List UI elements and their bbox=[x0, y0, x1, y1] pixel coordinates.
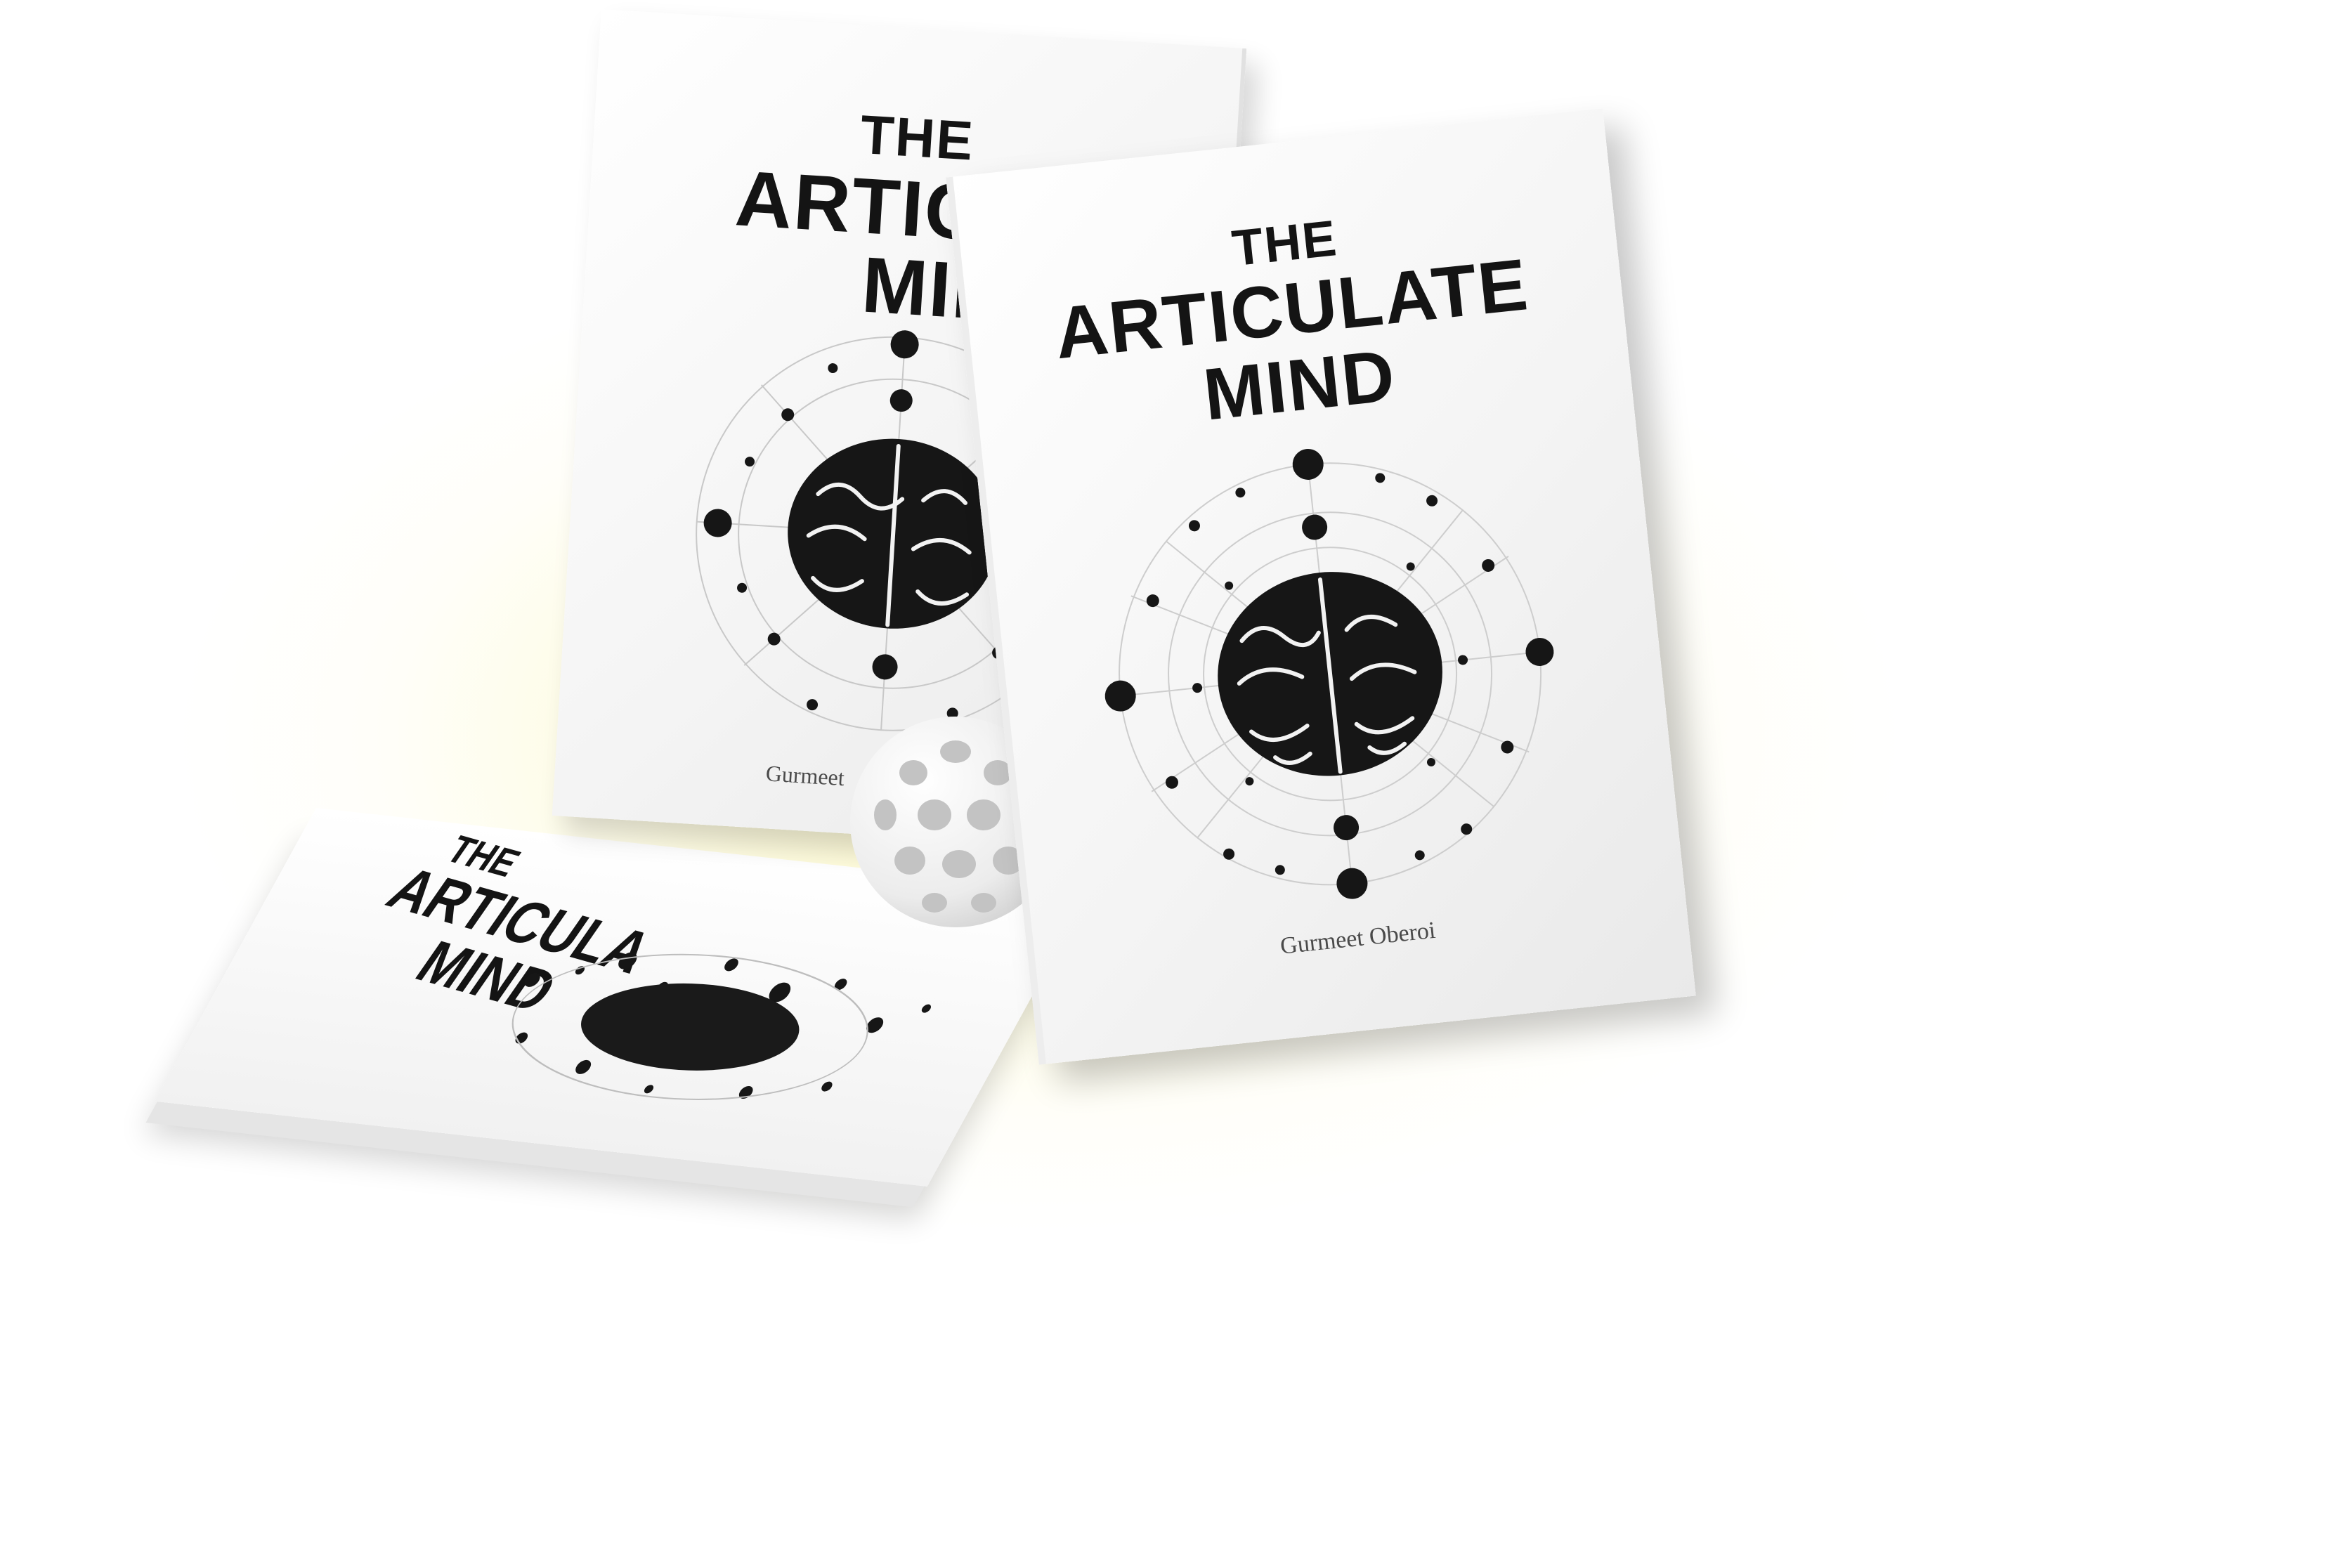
book-mockup-scene: THE ARTICULA MIND THE ARTICUL MIN Gurmee… bbox=[0, 0, 2327, 1568]
front-book-brain-illustration bbox=[1104, 448, 1554, 899]
flat-book-network-art bbox=[511, 952, 931, 1100]
book-front-standing: THE ARTICULATE MIND Gurmeet Oberoi bbox=[946, 108, 1696, 1065]
